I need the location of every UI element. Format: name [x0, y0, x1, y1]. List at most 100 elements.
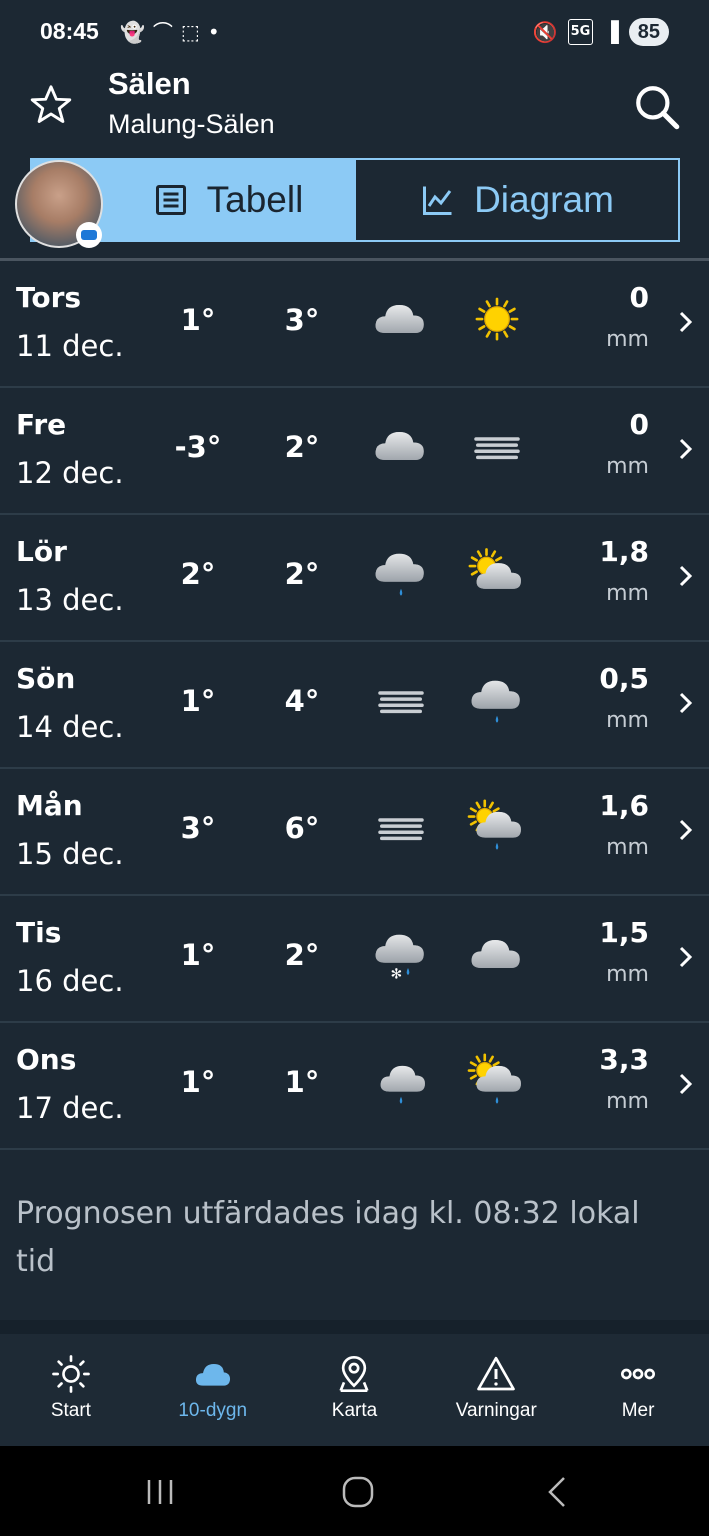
- date-label: 11 dec.: [16, 329, 124, 363]
- forecast-issued-note: Prognosen utfärdades idag kl. 08:32 loka…: [16, 1196, 640, 1279]
- mute-icon: 🔇: [532, 20, 558, 44]
- precipitation-value: 0: [629, 281, 649, 314]
- moon-rain-cloud-icon: [380, 1063, 425, 1104]
- precipitation-value: 1,8: [599, 535, 649, 568]
- nav-more[interactable]: Mer: [567, 1334, 709, 1446]
- chart-icon: [423, 186, 452, 215]
- precipitation-unit: mm: [606, 1089, 649, 1114]
- sun-outline-icon: [52, 1355, 90, 1393]
- sun-rain-cloud-icon: [467, 799, 521, 850]
- snapchat-icon: 👻: [120, 20, 145, 44]
- forecast-row[interactable]: Tis 16 dec. 1° 2° ✻ 1,5 mm: [0, 896, 709, 1023]
- sun-icon: [475, 297, 519, 341]
- screenshot-icon: ⬚: [180, 20, 200, 44]
- forecast-row[interactable]: Ons 17 dec. 1° 1° 3,3 mm: [0, 1023, 709, 1150]
- date-label: 13 dec.: [16, 583, 124, 617]
- view-toggle: Tabell Diagram: [30, 158, 680, 242]
- svg-text:✻: ✻: [391, 967, 403, 983]
- signal-icon: ▐: [603, 20, 619, 44]
- location-subtitle: Malung-Sälen: [108, 109, 275, 139]
- chevron-right-icon: [679, 819, 693, 841]
- favorite-star-icon[interactable]: [28, 82, 74, 128]
- precipitation-value: 1,6: [599, 789, 649, 822]
- cloud-icon: [375, 432, 424, 460]
- network-label: 5G: [567, 19, 594, 45]
- temp-min: 2°: [180, 557, 216, 591]
- day-label: Mån: [16, 789, 83, 822]
- temp-max: 2°: [284, 938, 320, 972]
- cloud-icon: [375, 305, 424, 333]
- tab-table-label: Tabell: [206, 179, 304, 220]
- date-label: 12 dec.: [16, 456, 124, 490]
- temp-min: 3°: [180, 811, 216, 845]
- rain-cloud-icon: [471, 680, 520, 723]
- day-label: Fre: [16, 408, 67, 441]
- cloud-filled-icon: [195, 1364, 230, 1386]
- chevron-right-icon: [679, 565, 693, 587]
- precipitation-unit: mm: [606, 708, 649, 733]
- activity-icon: ⌒: [152, 20, 173, 44]
- day-label: Sön: [16, 662, 76, 695]
- chevron-right-icon: [679, 1073, 693, 1095]
- search-icon[interactable]: [632, 82, 682, 132]
- warning-triangle-icon: [477, 1356, 516, 1391]
- location-title: Sälen: [108, 66, 191, 101]
- forecast-row[interactable]: Fre 12 dec. -3° 2° 0 mm: [0, 388, 709, 515]
- home-icon[interactable]: [338, 1474, 378, 1510]
- nav-map[interactable]: Karta: [284, 1334, 426, 1446]
- precipitation-unit: mm: [606, 454, 649, 479]
- chevron-right-icon: [679, 692, 693, 714]
- more-dots-icon: [621, 1368, 656, 1380]
- day-label: Ons: [16, 1043, 77, 1076]
- battery-indicator: 85: [628, 18, 669, 46]
- tab-diagram[interactable]: Diagram: [354, 160, 678, 240]
- forecast-row[interactable]: Lör 13 dec. 2° 2° 1,8 mm: [0, 515, 709, 642]
- precipitation-value: 0,5: [599, 662, 649, 695]
- temp-min: 1°: [180, 938, 216, 972]
- nav-warnings[interactable]: Varningar: [425, 1334, 567, 1446]
- temp-max: 6°: [284, 811, 320, 845]
- table-icon: [155, 185, 186, 215]
- precipitation-unit: mm: [606, 835, 649, 860]
- nav-separator: [0, 1320, 709, 1334]
- forecast-row[interactable]: Mån 15 dec. 3° 6° 1,6 mm: [0, 769, 709, 896]
- temp-min: 1°: [180, 1065, 216, 1099]
- status-bar: 08:45 👻 ⌒ ⬚ • 🔇 5G ▐ 85: [0, 0, 709, 64]
- notification-icons: 👻 ⌒ ⬚ •: [120, 20, 220, 44]
- precipitation-value: 1,5: [599, 916, 649, 949]
- sleet-cloud-icon: ✻: [375, 934, 424, 983]
- forecast-row[interactable]: Tors 11 dec. 1° 3° 0 mm: [0, 261, 709, 388]
- nav-start-label: Start: [50, 1400, 91, 1421]
- forecast-table: Tors 11 dec. 1° 3° 0 mm Fre 12 dec. -3° 2° 0 mm Lö…: [0, 261, 709, 1150]
- date-label: 15 dec.: [16, 837, 124, 871]
- avatar-badge-icon: [76, 222, 102, 248]
- temp-max: 2°: [284, 430, 320, 464]
- nav-warnings-label: Varningar: [455, 1400, 537, 1421]
- temp-min: 1°: [180, 303, 216, 337]
- cloud-icon: [471, 940, 520, 968]
- forecast-row[interactable]: Sön 14 dec. 1° 4° 0,5 mm: [0, 642, 709, 769]
- nav-10-day-label: 10-dygn: [178, 1400, 248, 1421]
- fog-icon: [474, 437, 520, 460]
- temp-max: 2°: [284, 557, 320, 591]
- precipitation-unit: mm: [606, 962, 649, 987]
- nav-start[interactable]: Start: [0, 1334, 142, 1446]
- nav-10-day[interactable]: 10-dygn: [142, 1334, 284, 1446]
- dot-icon: •: [207, 20, 220, 44]
- precipitation-unit: mm: [606, 581, 649, 606]
- chevron-right-icon: [679, 946, 693, 968]
- nav-map-label: Karta: [331, 1400, 378, 1421]
- system-icons: 🔇 5G ▐ 85: [533, 18, 669, 46]
- precipitation-value: 3,3: [599, 1043, 649, 1076]
- temp-max: 4°: [284, 684, 320, 718]
- partly-cloudy-icon: [468, 548, 521, 589]
- back-icon[interactable]: [540, 1474, 574, 1510]
- temp-min: -3°: [174, 430, 222, 464]
- recent-apps-icon[interactable]: [140, 1476, 180, 1508]
- status-time: 08:45: [40, 18, 99, 44]
- temp-max: 3°: [284, 303, 320, 337]
- day-label: Tors: [16, 281, 82, 314]
- nav-more-label: Mer: [621, 1400, 655, 1421]
- day-label: Tis: [16, 916, 62, 949]
- tab-diagram-label: Diagram: [474, 179, 614, 220]
